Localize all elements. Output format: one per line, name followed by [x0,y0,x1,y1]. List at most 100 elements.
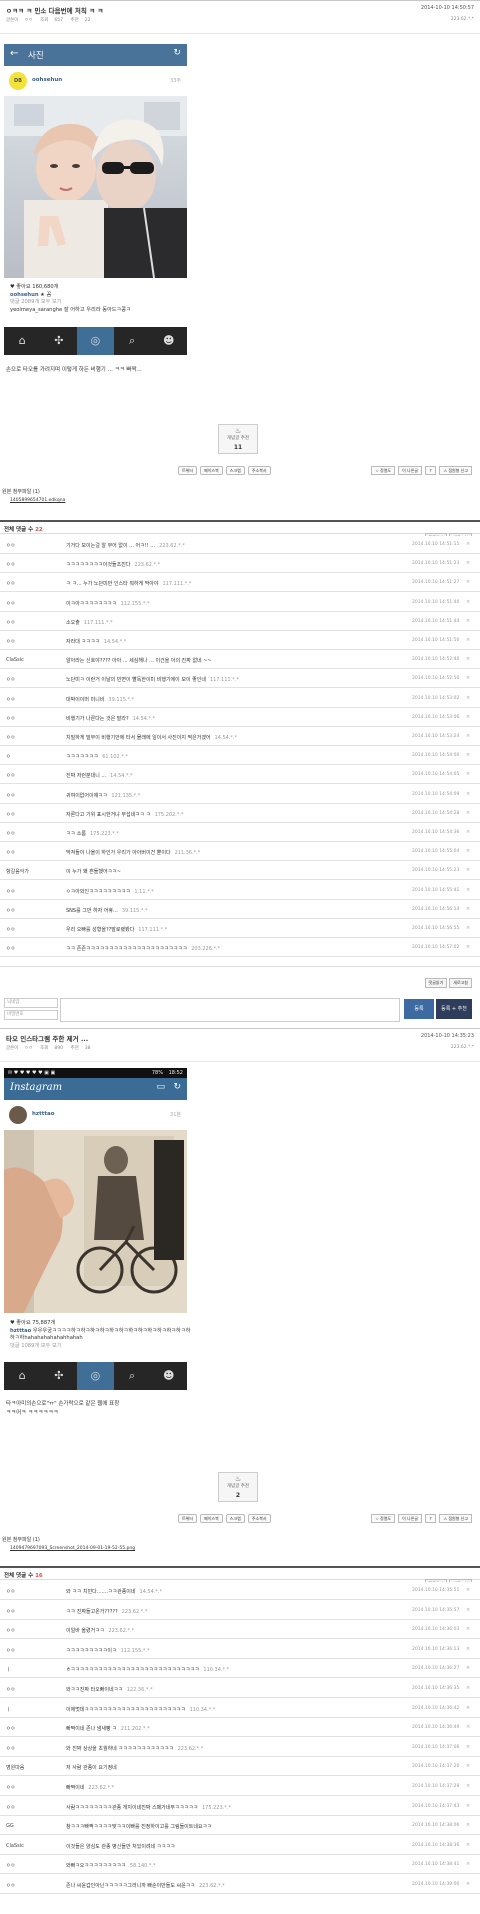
close-icon[interactable]: × [466,791,470,797]
close-icon[interactable]: × [466,848,470,854]
comment-author[interactable]: ㅇㅇ [6,542,15,549]
comments-view-button-bottom[interactable]: 댓글읽기 [424,978,448,988]
close-icon[interactable]: × [466,1842,470,1848]
comment-author[interactable]: ㅇㅇ [6,676,15,683]
comment-author[interactable]: ㅇㅇ [6,1784,15,1791]
close-icon[interactable]: × [466,695,470,701]
close-icon[interactable]: × [466,887,470,893]
tool-button-1[interactable]: ☆ 정렬도 [371,466,396,475]
share-facebook-button[interactable]: 페이스북 [200,466,223,475]
close-icon[interactable]: × [466,944,470,950]
post2-title[interactable]: 타오 인스타그램 주한 제거 ... [6,1033,88,1043]
comment-author[interactable]: ㅇㅇ [6,888,15,895]
close-icon[interactable]: × [466,925,470,931]
tool-button-3[interactable]: ↑ [425,466,437,475]
comment-author[interactable]: ㅇㅇ [6,696,15,703]
close-icon[interactable]: × [466,599,470,605]
close-icon[interactable]: × [466,1665,470,1671]
comments-refresh-button-bottom[interactable]: 새로고침 [449,978,472,988]
comment-author[interactable]: ㅇㅇ [6,792,15,799]
comment-author[interactable]: 항갈음악가 [6,868,29,875]
share-twitter-button[interactable]: 트위터 [178,466,198,475]
comment-author[interactable]: ㅇㅇ [6,638,15,645]
comment-author[interactable]: ㅇㅇ [6,1745,15,1752]
comment-author[interactable]: GG [6,1823,14,1829]
comment-author[interactable]: ㅇㅇ [6,734,15,741]
close-icon[interactable]: × [466,752,470,758]
close-icon[interactable]: × [466,829,470,835]
share-scrap-button[interactable]: 스크랩 [225,1514,245,1523]
comment-author[interactable]: 영원따옴 [6,1764,24,1771]
comment-author[interactable]: ㅇㅇ [6,561,15,568]
comment-author[interactable]: ㅇㅇ [6,849,15,856]
comment-author[interactable]: ㅇㅇ [6,1882,15,1889]
close-icon[interactable]: × [466,1705,470,1711]
comment-author[interactable]: ㅇㅇ [6,772,15,779]
close-icon[interactable]: × [466,541,470,547]
comment-author[interactable]: ㅇㅇ [6,1862,15,1869]
close-icon[interactable]: × [466,675,470,681]
close-icon[interactable]: × [466,714,470,720]
comment-textarea[interactable] [60,998,400,1022]
share-copy-url-button[interactable]: 주소복사 [247,466,271,475]
tool-button-2[interactable]: 이 나른글 [398,466,423,475]
close-icon[interactable]: × [466,733,470,739]
submit-button[interactable]: 등록 [404,999,434,1019]
report-button[interactable]: ⚠ 점원형 신고 [439,466,472,475]
tool-button-2[interactable]: 이 나른글 [398,1514,423,1523]
comment-author[interactable]: ㅇㅇ [6,715,15,722]
post1-title[interactable]: ㅇㅋㅋ ㅋ 민소 다음번에 처칙 ㅋ ㅋ [6,5,103,15]
tool-button-3[interactable]: ↑ [425,1514,437,1523]
close-icon[interactable]: × [466,1685,470,1691]
share-facebook-button[interactable]: 페이스북 [200,1514,223,1523]
comment-author[interactable]: ㅇㅇ [6,1608,15,1615]
share-scrap-button[interactable]: 스크랩 [225,466,245,475]
submit-recommend-button[interactable]: 등록 + 추천 [436,999,472,1019]
comment-author[interactable]: ㅇㅇ [6,1725,15,1732]
close-icon[interactable]: × [466,618,470,624]
share-twitter-button[interactable]: 트위터 [178,1514,198,1523]
comment-author[interactable]: ㅇㅇ [6,830,15,837]
comment-author[interactable]: ㅇㅇ [6,926,15,933]
close-icon[interactable]: × [466,906,470,912]
comment-author[interactable]: ㅣ [6,1706,11,1713]
attachment-file-link[interactable]: 1409479697093_Screenshot_2014-09-01-19-5… [10,1546,480,1551]
close-icon[interactable]: × [466,560,470,566]
close-icon[interactable]: × [466,1626,470,1632]
comment-author[interactable]: ㅇㅇ [6,1804,15,1811]
close-icon[interactable]: × [466,1763,470,1769]
comment-author[interactable]: ㅇㅇ [6,619,15,626]
comment-author[interactable]: ㅇㅇ [6,1686,15,1693]
close-icon[interactable]: × [466,656,470,662]
comment-author[interactable]: ㅇㅇ [6,1627,15,1634]
comment-author[interactable]: ClaSsic [6,657,24,663]
comment-author[interactable]: ㅇㅇ [6,945,15,952]
comment-author[interactable]: ㅇㅇ [6,811,15,818]
tool-button-1[interactable]: ☆ 정렬도 [371,1514,396,1523]
close-icon[interactable]: × [466,1646,470,1652]
password-field[interactable]: 비밀번호 [4,1010,58,1020]
comment-author[interactable]: ㅇㅇ [6,1647,15,1654]
close-icon[interactable]: × [466,1861,470,1867]
share-copy-url-button[interactable]: 주소복사 [247,1514,271,1523]
comment-author[interactable]: ClaSsic [6,1843,24,1849]
close-icon[interactable]: × [466,1803,470,1809]
close-icon[interactable]: × [466,1881,470,1887]
comment-author[interactable]: ㅇㅇ [6,1588,15,1595]
close-icon[interactable]: × [466,1587,470,1593]
close-icon[interactable]: × [466,771,470,777]
close-icon[interactable]: × [466,637,470,643]
close-icon[interactable]: × [466,1744,470,1750]
post2-recommend-button[interactable]: ♨ 개념글 추천 2 [218,1472,258,1502]
close-icon[interactable]: × [466,1724,470,1730]
comment-author[interactable]: ㅣ [6,1666,11,1673]
close-icon[interactable]: × [466,1607,470,1613]
close-icon[interactable]: × [466,867,470,873]
comment-author[interactable]: ㅇㅇ [6,907,15,914]
comment-author[interactable]: ㅇ [6,753,11,760]
name-field[interactable]: 닉네임 [4,998,58,1008]
comment-author[interactable]: ㅇㅇ [6,600,15,607]
close-icon[interactable]: × [466,1822,470,1828]
report-button[interactable]: ⚠ 점원형 신고 [439,1514,472,1523]
close-icon[interactable]: × [466,579,470,585]
